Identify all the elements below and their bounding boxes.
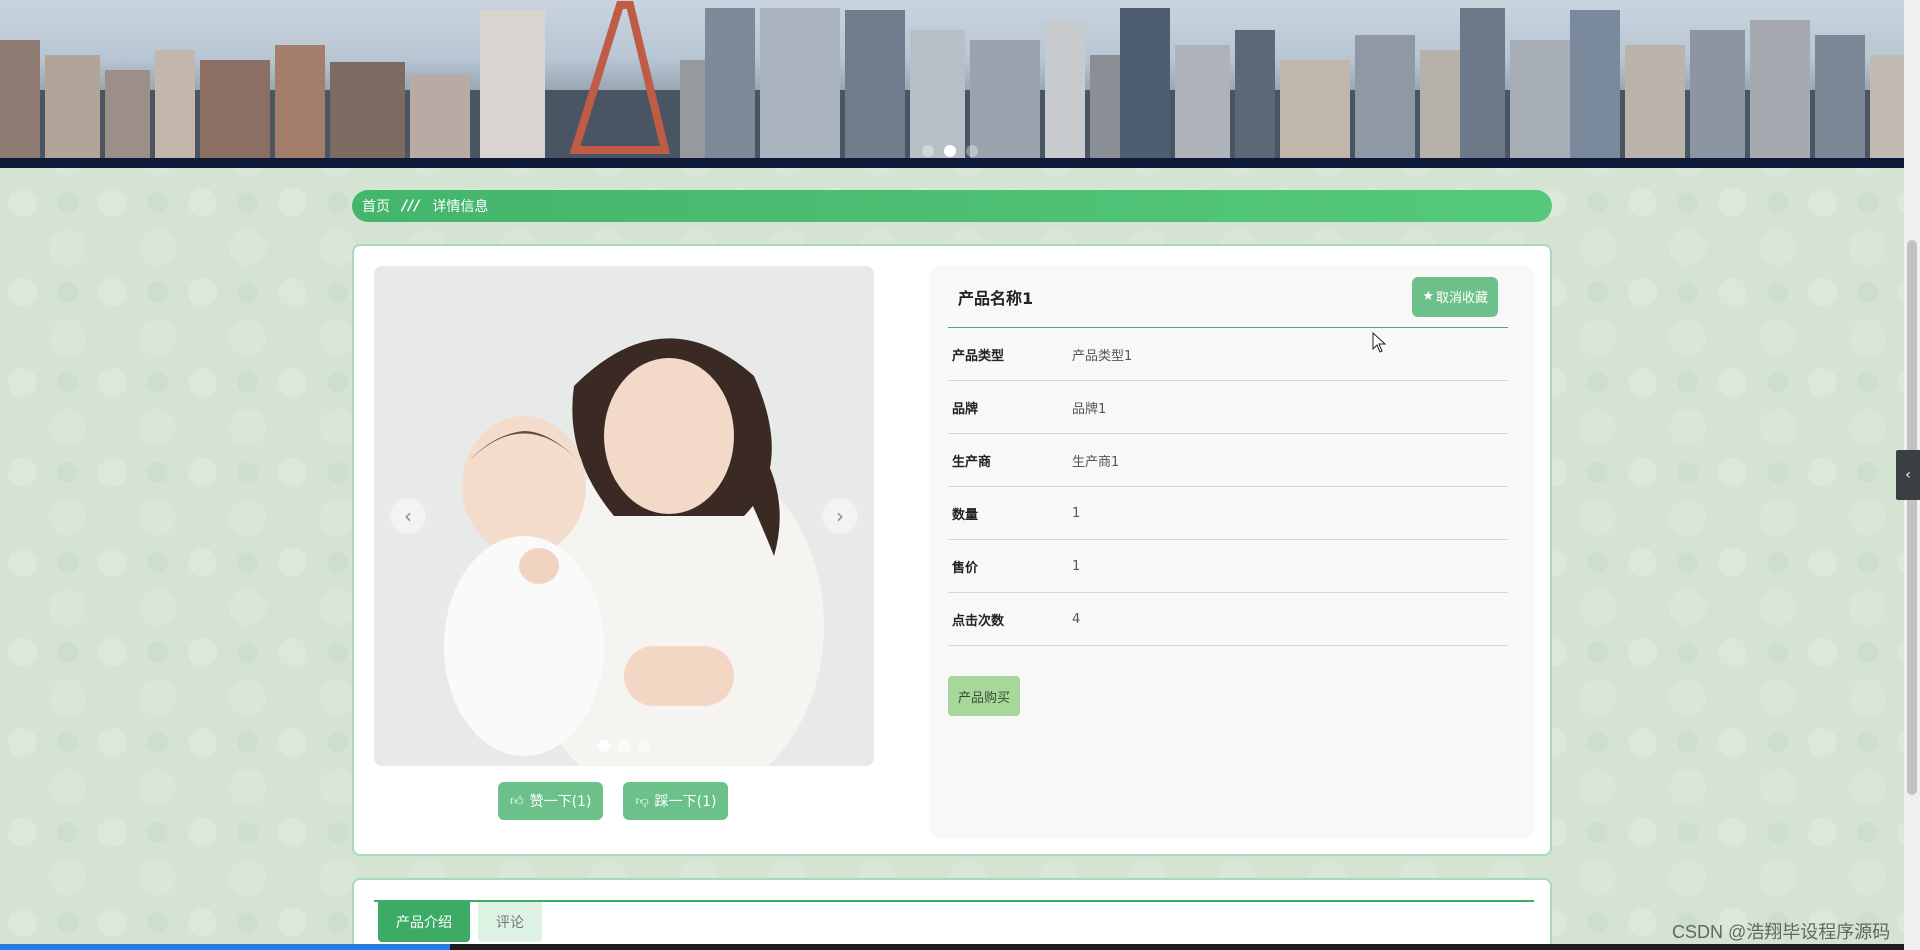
thumbs-down-icon: 👎︎ bbox=[635, 793, 649, 809]
chevron-left-icon: ‹ bbox=[404, 504, 412, 528]
watermark: CSDN @浩翔毕设程序源码 bbox=[1672, 922, 1891, 942]
field-label: 售价 bbox=[952, 560, 979, 576]
chevron-left-icon: ‹ bbox=[1905, 467, 1911, 483]
dislike-button[interactable]: 👎︎ 踩一下(1) bbox=[623, 782, 729, 820]
tab-comments[interactable]: 评论 bbox=[478, 902, 542, 942]
field-value: 品牌1 bbox=[1072, 401, 1107, 417]
city-skyline-image bbox=[0, 0, 1904, 160]
carousel-dot[interactable] bbox=[638, 740, 650, 752]
field-label: 生产商 bbox=[952, 454, 992, 470]
field-row: 点击次数 4 bbox=[948, 593, 1508, 646]
banner-indicators[interactable] bbox=[922, 145, 978, 157]
field-value: 4 bbox=[1072, 611, 1081, 627]
product-info-panel: 产品名称1 ★ 取消收藏 产品类型 产品类型1 品牌 品牌1 生产商 生产商1 … bbox=[930, 266, 1534, 838]
banner-carousel bbox=[0, 0, 1904, 168]
field-value: 1 bbox=[1072, 558, 1081, 574]
vote-buttons: 👍︎ 赞一下(1) 👎︎ 踩一下(1) bbox=[498, 782, 729, 820]
breadcrumb: 首页 /// 详情信息 bbox=[352, 190, 1552, 222]
product-photo bbox=[374, 266, 874, 766]
carousel-indicators[interactable] bbox=[598, 740, 650, 752]
breadcrumb-separator: /// bbox=[402, 198, 421, 214]
side-panel-toggle[interactable]: ‹ bbox=[1896, 450, 1920, 500]
cancel-favorite-button[interactable]: ★ 取消收藏 bbox=[1412, 276, 1498, 317]
scrollbar-thumb[interactable] bbox=[1907, 240, 1917, 795]
field-row: 产品类型 产品类型1 bbox=[948, 328, 1508, 381]
field-label: 数量 bbox=[952, 507, 979, 523]
field-row: 生产商 生产商1 bbox=[948, 434, 1508, 487]
field-label: 产品类型 bbox=[952, 348, 1005, 364]
field-row: 售价 1 bbox=[948, 540, 1508, 593]
field-value: 产品类型1 bbox=[1072, 348, 1133, 364]
mouse-cursor-icon bbox=[1372, 332, 1387, 353]
banner-dot-active[interactable] bbox=[944, 145, 956, 157]
chevron-right-icon: › bbox=[836, 504, 844, 528]
breadcrumb-current: 详情信息 bbox=[432, 199, 489, 215]
like-label: 赞一下(1) bbox=[529, 794, 592, 810]
banner-dot[interactable] bbox=[922, 145, 934, 157]
favorite-label: 取消收藏 bbox=[1435, 291, 1488, 306]
product-info-header: 产品名称1 ★ 取消收藏 bbox=[948, 266, 1508, 328]
field-value: 1 bbox=[1072, 505, 1081, 521]
product-title: 产品名称1 bbox=[958, 288, 1034, 308]
field-row: 数量 1 bbox=[948, 487, 1508, 540]
field-label: 品牌 bbox=[952, 401, 979, 417]
banner-dot[interactable] bbox=[966, 145, 978, 157]
like-button[interactable]: 👍︎ 赞一下(1) bbox=[498, 782, 604, 820]
carousel-dot[interactable] bbox=[618, 740, 630, 752]
dislike-label: 踩一下(1) bbox=[654, 794, 717, 810]
carousel-prev-button[interactable]: ‹ bbox=[390, 498, 426, 534]
thumbs-up-icon: 👍︎ bbox=[510, 793, 524, 809]
tab-product-intro[interactable]: 产品介绍 bbox=[378, 902, 470, 942]
field-row: 品牌 品牌1 bbox=[948, 381, 1508, 434]
field-label: 点击次数 bbox=[952, 613, 1005, 629]
tab-bar: 产品介绍 评论 bbox=[378, 902, 542, 942]
carousel-next-button[interactable]: › bbox=[822, 498, 858, 534]
buy-product-button[interactable]: 产品购买 bbox=[948, 676, 1021, 716]
product-field-list: 产品类型 产品类型1 品牌 品牌1 生产商 生产商1 数量 1 售价 1 点击次… bbox=[948, 328, 1508, 646]
product-tabs-card: 产品介绍 评论 bbox=[352, 878, 1552, 950]
breadcrumb-home[interactable]: 首页 bbox=[362, 196, 390, 216]
field-value: 生产商1 bbox=[1072, 454, 1120, 470]
carousel-dot-active[interactable] bbox=[598, 740, 610, 752]
star-icon: ★ bbox=[1422, 289, 1434, 304]
loading-bar bbox=[0, 944, 1904, 950]
product-image-carousel: ‹ › bbox=[374, 266, 874, 766]
